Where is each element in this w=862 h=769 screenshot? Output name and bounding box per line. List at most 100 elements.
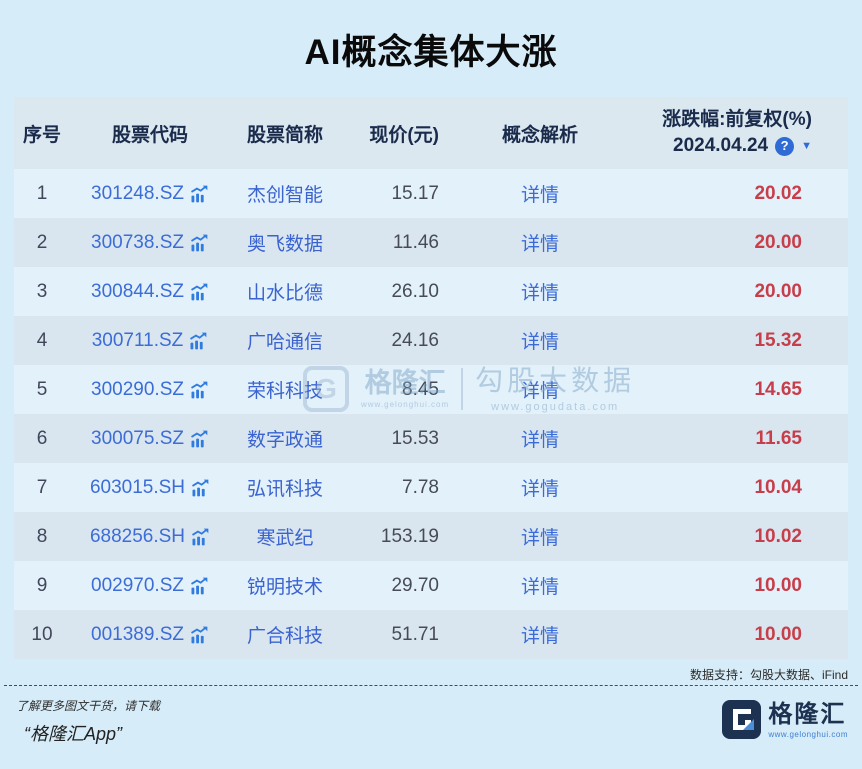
header-concept: 概念解析 [501, 124, 578, 146]
detail-link[interactable]: 详情 [521, 528, 559, 549]
stock-code-link[interactable]: 300738.SZ [91, 232, 184, 254]
trend-chart-icon[interactable] [190, 478, 210, 498]
trend-chart-icon[interactable] [188, 331, 208, 351]
row-index: 4 [36, 329, 48, 351]
promo-text: 了解更多图文干货，请下载 “格隆汇App” [16, 697, 160, 746]
page-title: AI概念集体大涨 [304, 33, 558, 72]
row-index: 10 [31, 623, 53, 645]
stock-price: 11.46 [392, 231, 439, 253]
stock-name: 杰创智能 [246, 185, 323, 206]
trend-chart-icon[interactable] [189, 282, 209, 302]
detail-link[interactable]: 详情 [521, 626, 559, 647]
detail-link[interactable]: 详情 [521, 430, 559, 451]
table-row: 4 300711.SZ 广哈通信 24.16 详情 15.32 [14, 316, 848, 365]
table-row: 7 603015.SH 弘讯科技 7.78 详情 10.04 [14, 463, 848, 512]
gelonghui-logo-icon [722, 700, 762, 739]
trend-chart-icon[interactable] [189, 233, 209, 253]
data-support-note: 数据支持：勾股大数据、iFind [689, 668, 848, 682]
header-change-date: 2024.04.24 [673, 135, 769, 156]
sort-descending-icon[interactable]: ▼ [801, 133, 812, 159]
stock-change-percent: 14.65 [754, 378, 802, 400]
table-row: 9 002970.SZ 锐明技术 29.70 详情 10.00 [14, 561, 848, 610]
stock-change-percent: 10.02 [754, 525, 802, 547]
stock-code-link[interactable]: 300075.SZ [91, 428, 184, 450]
stock-change-percent: 11.65 [755, 427, 803, 449]
row-index: 1 [36, 182, 48, 204]
table-row: 3 300844.SZ 山水比德 26.10 详情 20.00 [14, 267, 848, 316]
detail-link[interactable]: 详情 [521, 234, 559, 255]
stock-code-link[interactable]: 603015.SH [90, 477, 185, 499]
stock-name: 广合科技 [246, 626, 323, 647]
detail-link[interactable]: 详情 [521, 577, 559, 598]
stock-name: 广哈通信 [246, 332, 323, 353]
header-change: 涨跌幅:前复权(%) 2024.04.24 ? ▼ [635, 107, 848, 159]
stock-price: 29.70 [391, 574, 439, 596]
header-name: 股票简称 [246, 124, 323, 146]
table-row: 10 001389.SZ 广合科技 51.71 详情 10.00 [14, 610, 848, 659]
row-index: 9 [36, 574, 48, 596]
stock-price: 24.16 [391, 329, 439, 351]
stock-code-link[interactable]: 300711.SZ [92, 330, 184, 352]
stock-change-percent: 10.00 [754, 623, 802, 645]
stock-table-body: 1 301248.SZ 杰创智能 15.17 详情 20.02 2 300738… [14, 169, 848, 659]
stock-price: 15.17 [391, 182, 439, 204]
stock-change-percent: 15.32 [754, 329, 802, 351]
table-row: 5 300290.SZ 荣科科技 8.45 详情 14.65 [14, 365, 848, 414]
stock-price: 51.71 [391, 623, 439, 645]
row-index: 7 [36, 476, 48, 498]
stock-change-percent: 10.04 [754, 476, 802, 498]
row-index: 5 [36, 378, 48, 400]
stock-price: 8.45 [402, 378, 439, 400]
table-row: 1 301248.SZ 杰创智能 15.17 详情 20.02 [14, 169, 848, 218]
table-row: 2 300738.SZ 奥飞数据 11.46 详情 20.00 [14, 218, 848, 267]
stock-price: 15.53 [391, 427, 439, 449]
trend-chart-icon[interactable] [189, 380, 209, 400]
detail-link[interactable]: 详情 [521, 332, 559, 353]
stock-name: 山水比德 [246, 283, 323, 304]
stock-code-link[interactable]: 002970.SZ [91, 575, 184, 597]
stock-code-link[interactable]: 688256.SH [90, 526, 185, 548]
stock-change-percent: 20.02 [754, 182, 802, 204]
row-index: 2 [36, 231, 48, 253]
stock-code-link[interactable]: 001389.SZ [91, 624, 184, 646]
stock-change-percent: 20.00 [754, 231, 802, 253]
stock-name: 寒武纪 [256, 528, 314, 549]
header-price: 现价(元) [369, 124, 439, 146]
stock-name: 数字政通 [246, 430, 323, 451]
stock-change-percent: 20.00 [754, 280, 802, 302]
detail-link[interactable]: 详情 [521, 381, 559, 402]
stock-table: 序号 股票代码 股票简称 现价(元) 概念解析 涨跌幅:前复权(%) 2024.… [14, 97, 848, 659]
stock-code-link[interactable]: 300844.SZ [91, 281, 184, 303]
stock-code-link[interactable]: 300290.SZ [91, 379, 184, 401]
detail-link[interactable]: 详情 [521, 283, 559, 304]
stock-name: 锐明技术 [246, 577, 323, 598]
trend-chart-icon[interactable] [189, 576, 209, 596]
stock-name: 弘讯科技 [246, 479, 323, 500]
header-code-label: 股票代码 [111, 124, 188, 146]
row-index: 8 [36, 525, 48, 547]
help-icon[interactable]: ? [775, 136, 795, 156]
stock-code-link[interactable]: 301248.SZ [91, 183, 184, 205]
gelonghui-logo-url: www.gelonghui.com [768, 730, 848, 739]
table-row: 8 688256.SH 寒武纪 153.19 详情 10.02 [14, 512, 848, 561]
stock-price: 153.19 [380, 525, 439, 547]
trend-chart-icon[interactable] [190, 527, 210, 547]
detail-link[interactable]: 详情 [521, 479, 559, 500]
stock-price: 7.78 [402, 476, 439, 498]
trend-chart-icon[interactable] [189, 625, 209, 645]
footer-divider [4, 685, 858, 686]
trend-chart-icon[interactable] [189, 429, 209, 449]
row-index: 3 [36, 280, 48, 302]
detail-link[interactable]: 详情 [521, 185, 559, 206]
gelonghui-logo: 格隆汇 www.gelonghui.com [721, 699, 848, 740]
table-row: 6 300075.SZ 数字政通 15.53 详情 11.65 [14, 414, 848, 463]
header-change-label: 涨跌幅:前复权(%) [662, 109, 812, 130]
promo-line1: 了解更多图文干货，请下载 [16, 699, 161, 713]
stock-price: 26.10 [391, 280, 439, 302]
row-index: 6 [36, 427, 48, 449]
stock-change-percent: 10.00 [754, 574, 802, 596]
gelonghui-logo-text: 格隆汇 [768, 701, 847, 728]
stock-name: 奥飞数据 [246, 234, 323, 255]
trend-chart-icon[interactable] [189, 184, 209, 204]
stock-name: 荣科科技 [246, 381, 323, 402]
